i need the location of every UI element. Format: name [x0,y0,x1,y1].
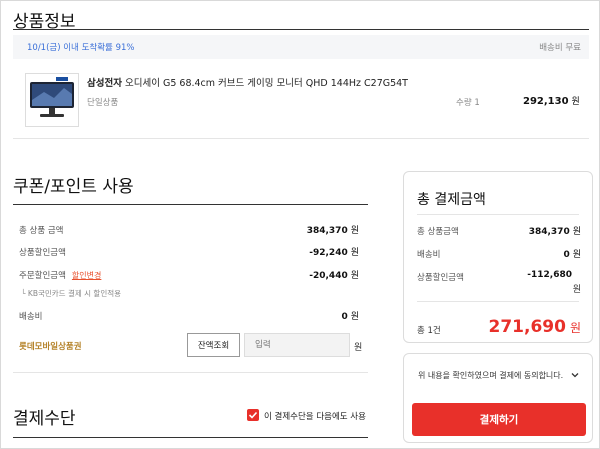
pay-button[interactable]: 결제하기 [412,403,586,436]
total-price-unit: 원 [569,321,581,335]
agreement-box: 위 내용을 확인하였으며 결제에 동의합니다. 결제하기 [403,353,593,443]
total-price: 271,690 원 [489,317,581,337]
summary-discount-label: 상품할인금액 [417,273,464,283]
divider [417,301,579,302]
product-price: 292,130 원 [523,94,580,107]
total-product-amount-value: 384,370 원 [307,223,359,236]
divider [13,437,368,438]
unit: 원 [350,248,359,258]
mobile-voucher-label: 롯데모바일상품권 [19,342,82,352]
summary-total-product-value: 384,370 원 [529,224,581,237]
divider [13,372,368,373]
amount: -92,240 [309,248,348,258]
total-count: 총 1건 [417,326,441,336]
order-discount-label: 주문할인금액 할인변경 [19,269,101,281]
unit: 원 [572,250,581,260]
summary-discount-unit: 원 [572,285,581,295]
amount: 0 [341,312,348,322]
voucher-unit: 원 [354,343,363,353]
product-price-value: 292,130 [523,96,569,107]
order-discount-text: 주문할인금액 [19,271,66,281]
product-discount-value: -92,240 원 [309,245,359,258]
summary-total-product-label: 총 상품금액 [417,227,459,237]
product-price-unit: 원 [571,97,580,107]
check-icon [248,411,258,419]
product-discount-label: 상품할인금액 [19,248,66,258]
divider [13,138,589,139]
payment-section-title: 결제수단 [13,409,76,429]
monitor-image-icon [30,77,74,117]
agreement-text[interactable]: 위 내용을 확인하였으며 결제에 동의합니다. [418,370,563,381]
change-discount-link[interactable]: 할인변경 [72,271,101,280]
product-option: 단일상품 [87,98,119,108]
divider [13,204,368,205]
amount: 384,370 [528,227,570,237]
summary-shipping-value: 0원 [563,247,581,260]
shipping-fee-label: 배송비 [19,312,43,322]
shipping-fee-value: 0원 [341,309,359,322]
amount: 0 [563,250,570,260]
divider [13,29,589,30]
product-thumbnail[interactable] [25,73,79,127]
remember-payment-checkbox[interactable] [247,409,259,421]
product-brand: 삼성전자 [87,78,122,89]
coupon-section-title: 쿠폰/포인트 사용 [13,177,134,197]
voucher-amount-input[interactable] [244,333,350,357]
summary-shipping-label: 배송비 [417,250,441,260]
order-discount-value: -20,440 원 [309,268,359,281]
delivery-fee: 배송비 무료 [539,43,581,53]
remember-payment-label[interactable]: 이 결제수단을 다음에도 사용 [264,410,366,422]
unit: 원 [350,226,359,236]
amount: -20,440 [309,271,348,281]
unit: 원 [350,312,359,322]
summary-title: 총 결제금액 [417,192,486,208]
chevron-down-icon[interactable] [570,370,580,380]
amount: 384,370 [306,226,348,236]
total-product-amount-label: 총 상품 금액 [19,226,64,236]
unit: 원 [350,271,359,281]
delivery-info-bar: 10/1(금) 이내 도착확률 91% 배송비 무료 [13,35,589,59]
checkout-page: 상품정보 10/1(금) 이내 도착확률 91% 배송비 무료 삼성전자 오디세… [0,0,600,449]
balance-check-button[interactable]: 잔액조회 [187,333,240,357]
total-price-value: 271,690 [488,317,566,337]
delivery-estimate: 10/1(금) 이내 도착확률 91% [27,43,135,53]
product-title: 오디세이 G5 68.4cm 커브드 게이밍 모니터 QHD 144Hz C27… [125,78,408,89]
unit: 원 [572,227,581,237]
summary-discount-value: -112,680 [527,270,572,280]
product-quantity: 수량 1 [456,98,480,108]
card-discount-note: └ KB국민카드 결제 시 할인적용 [21,289,122,298]
divider [417,214,579,215]
payment-summary-box: 총 결제금액 총 상품금액 384,370 원 배송비 0원 상품할인금액 -11… [403,171,593,343]
product-name[interactable]: 삼성전자 오디세이 G5 68.4cm 커브드 게이밍 모니터 QHD 144H… [87,75,408,89]
